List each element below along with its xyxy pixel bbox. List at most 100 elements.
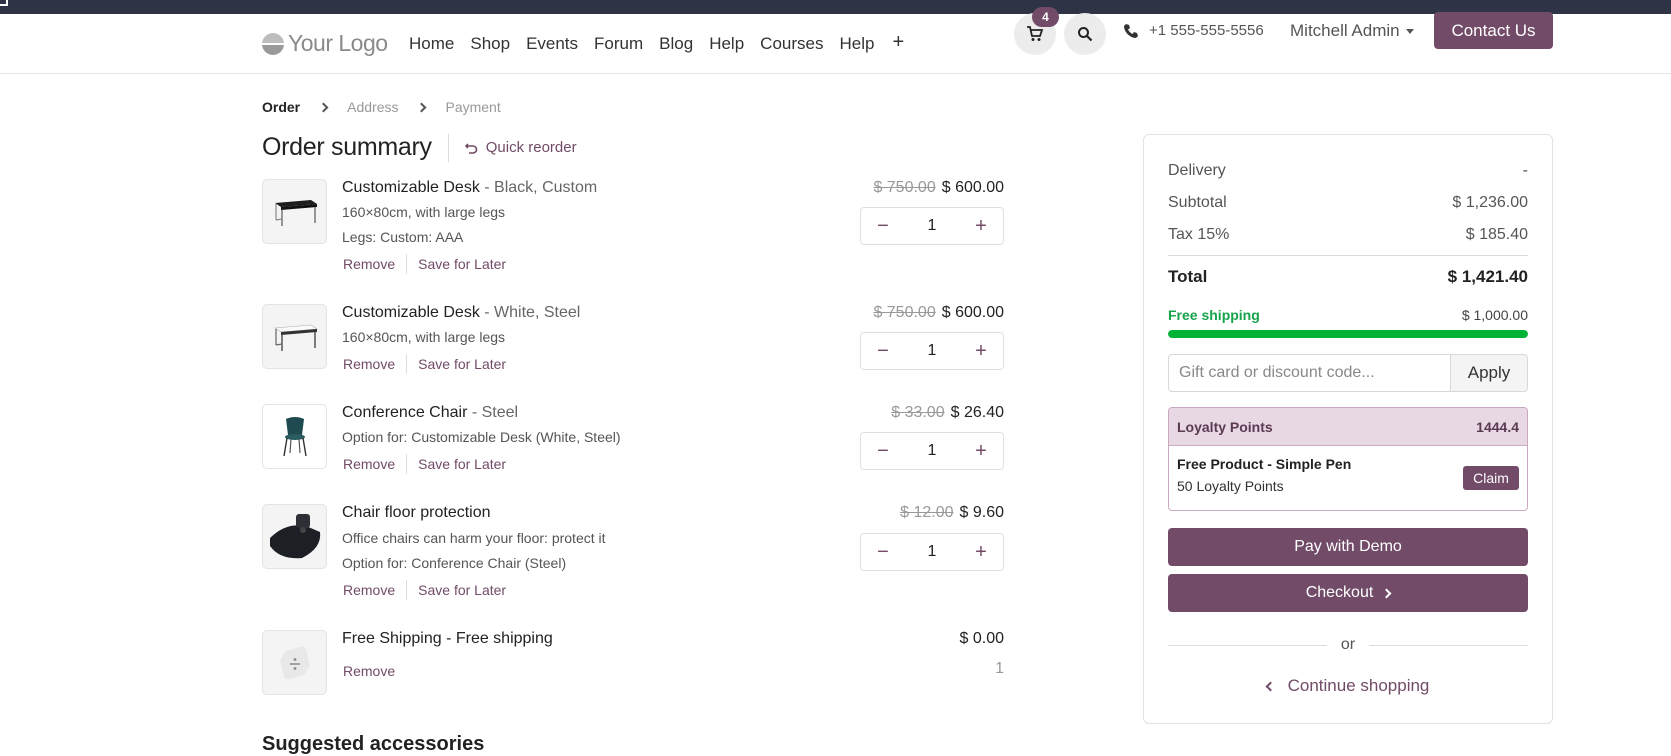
continue-shopping-link[interactable]: Continue shopping bbox=[1168, 676, 1528, 696]
page-title: Order summary bbox=[262, 133, 432, 161]
minus-icon[interactable]: − bbox=[875, 216, 891, 236]
product-name[interactable]: Chair floor protection bbox=[342, 504, 491, 522]
cart-line: Customizable Desk - Black, Custom 160×80… bbox=[262, 179, 1004, 279]
nav-home[interactable]: Home bbox=[409, 34, 454, 54]
caret-down-icon bbox=[1405, 28, 1414, 34]
minus-icon[interactable]: − bbox=[875, 341, 891, 361]
step-order[interactable]: Order bbox=[262, 99, 300, 115]
line-actions: Remove Save for Later bbox=[343, 354, 506, 374]
discount-code-input[interactable] bbox=[1169, 355, 1450, 391]
nav-courses[interactable]: Courses bbox=[760, 34, 823, 54]
desk-black-image bbox=[274, 199, 317, 226]
subtotal-label: Subtotal bbox=[1168, 194, 1227, 211]
sale-price: $ 26.40 bbox=[950, 404, 1004, 421]
nav-shop[interactable]: Shop bbox=[470, 34, 510, 54]
nav-blog[interactable]: Blog bbox=[659, 34, 693, 54]
admin-icon[interactable] bbox=[0, 0, 8, 6]
remove-link[interactable]: Remove bbox=[343, 663, 395, 679]
checkout-label: Checkout bbox=[1305, 584, 1374, 601]
list-price: $ 750.00 bbox=[873, 179, 936, 196]
pay-with-demo-button[interactable]: Pay with Demo bbox=[1168, 528, 1528, 566]
quantity-stepper: − 1 + bbox=[860, 533, 1004, 571]
remove-link[interactable]: Remove bbox=[343, 582, 395, 598]
step-address: Address bbox=[347, 99, 399, 115]
loyalty-points-value: 1444.4 bbox=[1476, 418, 1519, 435]
product-image[interactable] bbox=[262, 504, 327, 569]
quantity-value[interactable]: 1 bbox=[928, 543, 937, 561]
logo[interactable]: Your Logo bbox=[262, 30, 388, 57]
save-for-later-link[interactable]: Save for Later bbox=[418, 256, 506, 272]
nav-help[interactable]: Help bbox=[709, 34, 744, 54]
site-header: Your Logo Home Shop Events Forum Blog He… bbox=[0, 14, 1671, 74]
contact-us-button[interactable]: Contact Us bbox=[1434, 12, 1553, 49]
free-shipping-row: Free shipping $ 1,000.00 bbox=[1168, 307, 1528, 323]
top-admin-bar bbox=[0, 0, 1671, 14]
quantity-value[interactable]: 1 bbox=[928, 442, 937, 460]
line-actions: Remove Save for Later bbox=[343, 454, 506, 474]
pay-label: Pay with Demo bbox=[1294, 538, 1402, 555]
cart-line: Customizable Desk - White, Steel 160×80c… bbox=[262, 304, 1004, 380]
product-description: 160×80cm, with large legs bbox=[342, 329, 506, 345]
list-price: $ 12.00 bbox=[900, 504, 954, 521]
remove-link[interactable]: Remove bbox=[343, 356, 395, 372]
divider bbox=[406, 454, 408, 474]
line-price: $ 750.00 $ 600.00 bbox=[873, 304, 1004, 322]
nav-more-plus-icon[interactable]: + bbox=[892, 32, 904, 54]
divider bbox=[1168, 644, 1327, 646]
remove-link[interactable]: Remove bbox=[343, 256, 395, 272]
product-image[interactable] bbox=[262, 404, 327, 469]
product-name[interactable]: Free Shipping - Free shipping bbox=[342, 630, 553, 648]
product-attribute: Legs: Custom: AAA bbox=[342, 229, 464, 245]
divider bbox=[406, 580, 408, 600]
cart-icon bbox=[1027, 26, 1044, 41]
checkout-steps: Order Address Payment bbox=[262, 99, 501, 115]
save-for-later-link[interactable]: Save for Later bbox=[418, 356, 506, 372]
search-button[interactable] bbox=[1064, 13, 1106, 55]
plus-icon[interactable]: + bbox=[973, 341, 989, 361]
free-shipping-threshold: $ 1,000.00 bbox=[1461, 307, 1528, 323]
user-menu[interactable]: Mitchell Admin bbox=[1290, 21, 1414, 41]
cart-line: Free Shipping - Free shipping Remove $ 0… bbox=[262, 630, 1004, 700]
quick-reorder-button[interactable]: Quick reorder bbox=[464, 139, 577, 156]
product-image[interactable] bbox=[262, 630, 327, 695]
divider bbox=[406, 254, 408, 274]
order-summary-panel: Delivery - Subtotal $ 1,236.00 Tax 15% $… bbox=[1143, 134, 1553, 724]
quantity-value: 1 bbox=[995, 660, 1004, 677]
checkout-button[interactable]: Checkout bbox=[1168, 574, 1528, 612]
step-payment: Payment bbox=[445, 99, 501, 115]
apply-button[interactable]: Apply bbox=[1450, 355, 1527, 391]
product-name[interactable]: Customizable Desk - White, Steel bbox=[342, 304, 580, 322]
claim-button[interactable]: Claim bbox=[1463, 466, 1519, 490]
nav-events[interactable]: Events bbox=[526, 34, 578, 54]
divider bbox=[1369, 644, 1529, 646]
minus-icon[interactable]: − bbox=[875, 441, 891, 461]
delivery-label: Delivery bbox=[1168, 162, 1226, 179]
product-name[interactable]: Conference Chair - Steel bbox=[342, 404, 518, 422]
plus-icon[interactable]: + bbox=[973, 542, 989, 562]
quantity-value[interactable]: 1 bbox=[928, 342, 937, 360]
plus-icon[interactable]: + bbox=[973, 441, 989, 461]
product-image[interactable] bbox=[262, 179, 327, 244]
cart-line: Conference Chair - Steel Option for: Cus… bbox=[262, 404, 1004, 480]
line-actions: Remove bbox=[343, 663, 395, 679]
nav-help-2[interactable]: Help bbox=[839, 34, 874, 54]
tax-value: $ 185.40 bbox=[1465, 226, 1528, 243]
nav-forum[interactable]: Forum bbox=[594, 34, 643, 54]
product-description: 160×80cm, with large legs bbox=[342, 204, 506, 220]
minus-icon[interactable]: − bbox=[875, 542, 891, 562]
line-price: $ 0.00 bbox=[960, 630, 1004, 648]
tax-row: Tax 15% $ 185.40 bbox=[1168, 226, 1528, 244]
phone-number: +1 555-555-5556 bbox=[1149, 22, 1264, 39]
remove-link[interactable]: Remove bbox=[343, 456, 395, 472]
chevron-left-icon bbox=[1265, 681, 1276, 691]
save-for-later-link[interactable]: Save for Later bbox=[418, 456, 506, 472]
product-name[interactable]: Customizable Desk - Black, Custom bbox=[342, 179, 597, 197]
phone-contact[interactable]: +1 555-555-5556 bbox=[1123, 22, 1264, 39]
plus-icon[interactable]: + bbox=[973, 216, 989, 236]
save-for-later-link[interactable]: Save for Later bbox=[418, 582, 506, 598]
chevron-right-icon bbox=[1381, 588, 1392, 598]
quantity-value[interactable]: 1 bbox=[928, 217, 937, 235]
list-price: $ 750.00 bbox=[873, 304, 936, 321]
quantity-stepper: − 1 + bbox=[860, 207, 1004, 245]
product-image[interactable] bbox=[262, 304, 327, 369]
